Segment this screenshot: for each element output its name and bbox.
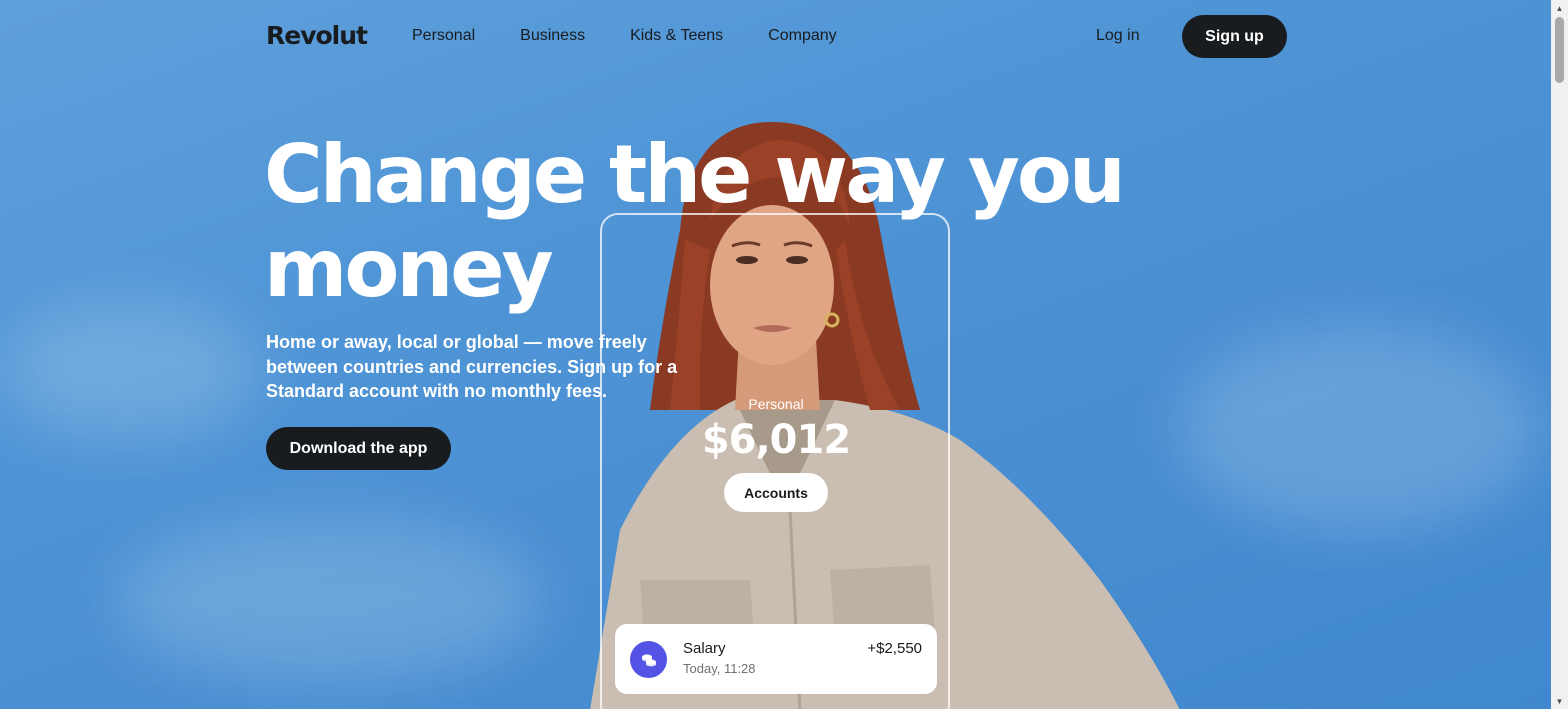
- main-nav: Personal Business Kids & Teens Company: [412, 27, 837, 45]
- page-scrollbar[interactable]: ▲ ▼: [1551, 0, 1568, 709]
- cloud-decoration: [0, 300, 260, 440]
- accounts-button[interactable]: Accounts: [724, 473, 828, 512]
- hero-subtext: Home or away, local or global — move fre…: [266, 332, 678, 401]
- scroll-up-arrow-icon[interactable]: ▲: [1551, 0, 1568, 16]
- scroll-down-arrow-icon[interactable]: ▼: [1551, 693, 1568, 709]
- transaction-title: Salary: [683, 640, 726, 657]
- download-app-button[interactable]: Download the app: [266, 427, 451, 470]
- nav-personal[interactable]: Personal: [412, 27, 475, 45]
- coins-icon: [630, 641, 667, 678]
- nav-company[interactable]: Company: [768, 27, 836, 45]
- login-link[interactable]: Log in: [1096, 27, 1140, 45]
- transaction-amount: +$2,550: [867, 640, 922, 657]
- cloud-decoration: [120, 520, 540, 680]
- signup-button[interactable]: Sign up: [1182, 15, 1287, 58]
- account-label: Personal: [748, 396, 804, 412]
- hero-section: Revolut Personal Business Kids & Teens C…: [0, 0, 1568, 709]
- transaction-time: Today, 11:28: [683, 661, 756, 676]
- nav-kids-teens[interactable]: Kids & Teens: [630, 27, 723, 45]
- account-balance: $6,012: [701, 417, 851, 463]
- hero-headline: Change the way you money: [264, 128, 1126, 315]
- nav-business[interactable]: Business: [520, 27, 585, 45]
- revolut-logo[interactable]: Revolut: [266, 21, 368, 50]
- scrollbar-thumb[interactable]: [1555, 17, 1564, 83]
- transaction-card[interactable]: Salary Today, 11:28 +$2,550: [615, 624, 937, 694]
